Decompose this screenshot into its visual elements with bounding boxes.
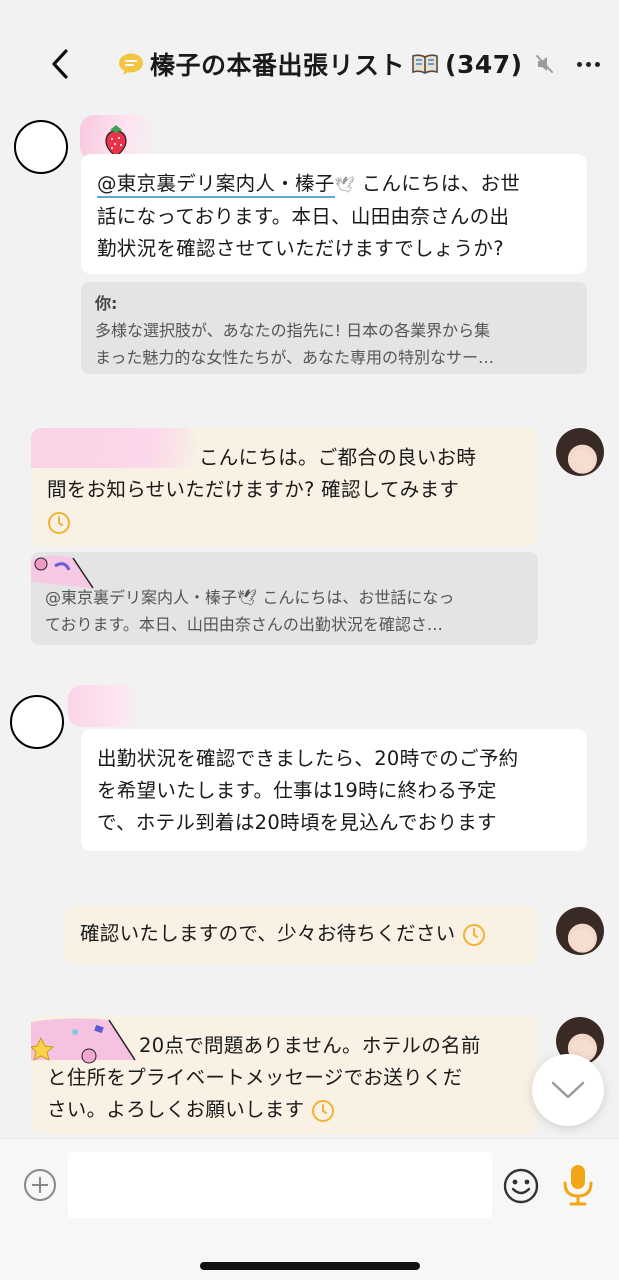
sticker-icon [31,555,94,589]
clock-icon [462,923,485,946]
message-text: で、ホテル到着は20時頃を見込んでおります [97,811,497,834]
sender-name-sticker [68,685,142,727]
dove-icon: 🕊 [334,175,356,194]
more-dot [594,61,600,67]
chevron-left-icon [52,49,68,79]
message-bubble[interactable]: 確認いたしますので、少々お待ちください [64,906,538,964]
message-text: 話になっております。本日、山田由奈さんの出 [97,205,510,228]
home-indicator[interactable] [200,1262,420,1270]
quote-text: まった魅力的な女性たちが、あなた専用の特別なサー… [95,348,495,367]
input-bar [0,1138,619,1230]
emoji-button[interactable] [502,1167,540,1205]
strawberry-icon [105,125,127,157]
message-text: 確認いたしますので、少々お待ちください [80,922,456,945]
quote-text: @東京裏デリ案内人・榛子🕊 こんにちは、お世話になっ [45,588,455,607]
scroll-to-bottom-button[interactable] [532,1054,604,1126]
chat-title[interactable]: 榛子の本番出張リスト (347) [118,46,555,82]
message-text-continued: 間をお知らせいただけますか? 確認してみます [47,474,459,538]
mute-icon [535,55,553,73]
message-text: と住所をプライベートメッセージでお送りくだ [47,1066,463,1089]
clock-icon [48,511,70,534]
add-button[interactable] [22,1167,58,1203]
sticker-icon [31,1018,136,1064]
chat-title-text: 榛子の本番出張リスト [150,51,406,80]
member-count: (347) [445,49,523,79]
avatar[interactable] [14,120,68,174]
back-button[interactable] [40,44,80,84]
quote-sender: 你: [95,294,118,313]
speech-bubble-icon [119,53,143,75]
message-text: 勤状況を確認させていただけますでしょうか? [97,237,504,260]
home-area [0,1230,619,1280]
message-text: 20点で問題ありません。ホテルの名前 [139,1034,481,1057]
mention-link[interactable]: @東京裏デリ案内人・榛子 [97,172,335,198]
message-text: を希望いたします。仕事は19時に終わる予定 [97,779,497,802]
message-text: さい。よろしくお願いします [47,1098,305,1121]
message-bubble[interactable]: 出勤状況を確認できましたら、20時でのご予約 を希望いたします。仕事は19時に終… [81,729,587,851]
quote-text: ております。本日、山田由奈さんの出勤状況を確認さ… [45,615,443,634]
quoted-message[interactable]: @東京裏デリ案内人・榛子🕊 こんにちは、お世話になっ ております。本日、山田由奈… [31,552,538,645]
quoted-message[interactable]: 你: 多様な選択肢が、あなたの指先に! 日本の各業界から集 まった魅力的な女性た… [81,282,587,374]
avatar[interactable] [556,907,604,955]
book-icon [412,54,438,74]
message-text: 出勤状況を確認できましたら、20時でのご予約 [97,747,519,770]
message-list[interactable]: @東京裏デリ案内人・榛子🕊 こんにちは、お世 話になっております。本日、山田由奈… [0,115,619,1138]
clock-icon [311,1099,334,1122]
quote-text: 多様な選択肢が、あなたの指先に! 日本の各業界から集 [95,321,491,340]
more-button[interactable] [568,50,608,78]
message-bubble[interactable]: @東京裏デリ案内人・榛子🕊 こんにちは、お世 話になっております。本日、山田由奈… [81,154,587,274]
message-text: 間をお知らせいただけますか? 確認してみます [47,478,460,501]
voice-button[interactable] [560,1163,596,1207]
more-dot [585,61,591,67]
sender-name-sticker [31,428,196,468]
plus-circle-icon [24,1169,56,1201]
more-dots-icon [576,61,582,67]
chevron-down-icon [551,1081,585,1099]
message-text-continued: と住所をプライベートメッセージでお送りくだ さい。よろしくお願いします [47,1062,462,1126]
chat-header: 榛子の本番出張リスト (347) [0,0,619,115]
avatar[interactable] [10,695,64,749]
microphone-icon [563,1165,593,1206]
avatar[interactable] [556,428,604,476]
message-text: こんにちは。ご都合の良いお時 [199,446,477,469]
emoji-icon [503,1168,539,1204]
message-text: こんにちは、お世 [361,172,521,195]
message-input[interactable] [68,1152,492,1218]
